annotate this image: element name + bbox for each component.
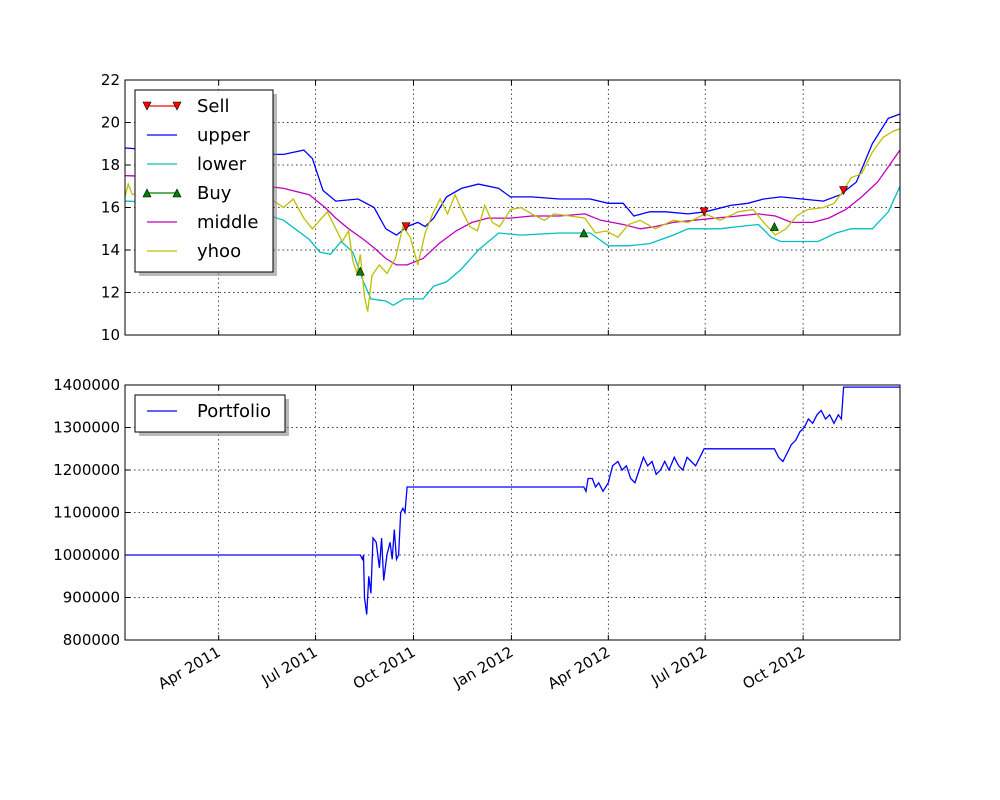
y-tick-label: 800000 <box>63 631 120 649</box>
legend-label: upper <box>197 125 250 146</box>
y-tick-label: 1300000 <box>53 419 120 437</box>
y-tick-label: 1000000 <box>53 546 120 564</box>
y-tick-label: 14 <box>101 241 120 259</box>
x-tick-label: Jan 2012 <box>449 643 516 692</box>
legend-label: Portfolio <box>197 401 271 422</box>
y-tick-label: 22 <box>101 71 120 89</box>
legend-label: yhoo <box>197 241 241 262</box>
portfolio-axes: 800000 900000 1000000 1100000 1200000 1300000… <box>53 376 901 693</box>
x-tick-label: Oct 2011 <box>350 643 419 693</box>
y-tick-label: 10 <box>101 326 120 344</box>
y-tick-label: 1200000 <box>53 461 120 479</box>
y-tick-label: 900000 <box>63 589 120 607</box>
y-tick-label: 20 <box>101 114 120 132</box>
legend: Sell upper lower Buy middle yhoo <box>134 89 277 276</box>
y-tick-label: 1100000 <box>53 504 120 522</box>
price-axes: 10 12 14 16 18 20 22 Sell upper lower Buy middle yho… <box>101 71 901 344</box>
y-tick-label: 16 <box>101 199 120 217</box>
figure-canvas: 10 12 14 16 18 20 22 Sell upper lower Buy middle yho… <box>53 71 901 693</box>
x-tick-label: Apr 2012 <box>545 643 614 693</box>
x-tick-label: Jul 2011 <box>258 643 321 690</box>
legend-label: middle <box>197 212 258 233</box>
legend-label: Sell <box>197 96 230 117</box>
x-tick-label: Apr 2011 <box>155 643 224 693</box>
x-tick-label: Oct 2012 <box>739 643 808 693</box>
y-tick-label: 1400000 <box>53 376 120 394</box>
legend: Portfolio <box>134 394 289 436</box>
legend-label: lower <box>197 154 247 175</box>
y-tick-label: 12 <box>101 284 120 302</box>
y-tick-label: 18 <box>101 156 120 174</box>
x-tick-label: Jul 2012 <box>647 643 710 690</box>
legend-label: Buy <box>197 183 232 204</box>
